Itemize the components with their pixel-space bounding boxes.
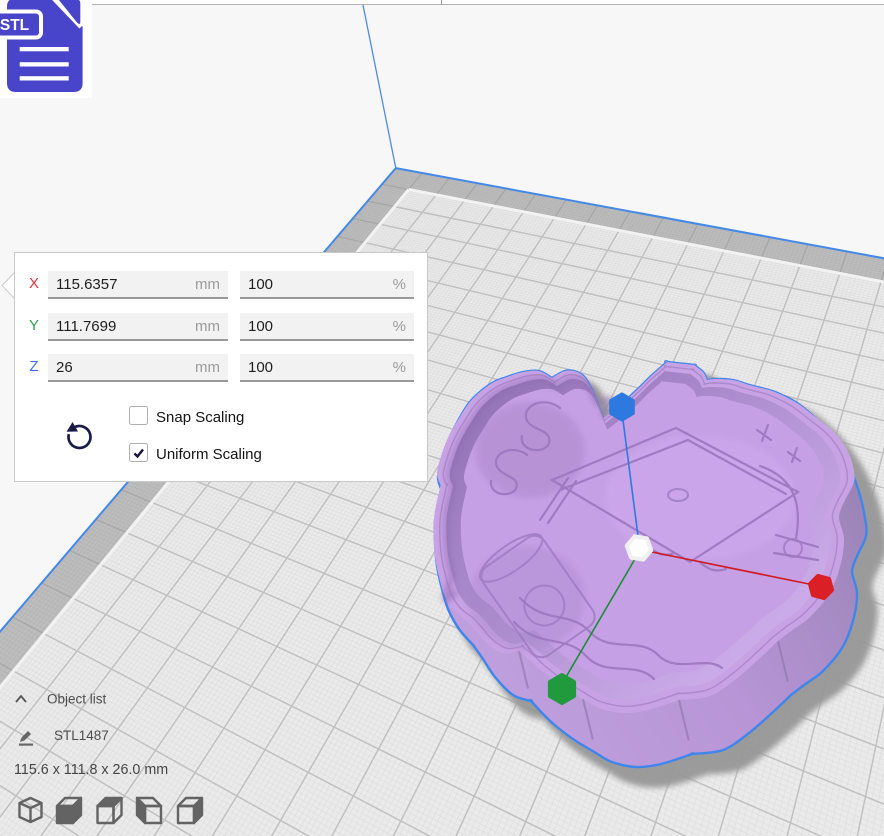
svg-text:Object list: Object list <box>47 692 107 707</box>
svg-text:STL: STL <box>0 17 29 34</box>
svg-text:STL1487: STL1487 <box>54 728 109 743</box>
